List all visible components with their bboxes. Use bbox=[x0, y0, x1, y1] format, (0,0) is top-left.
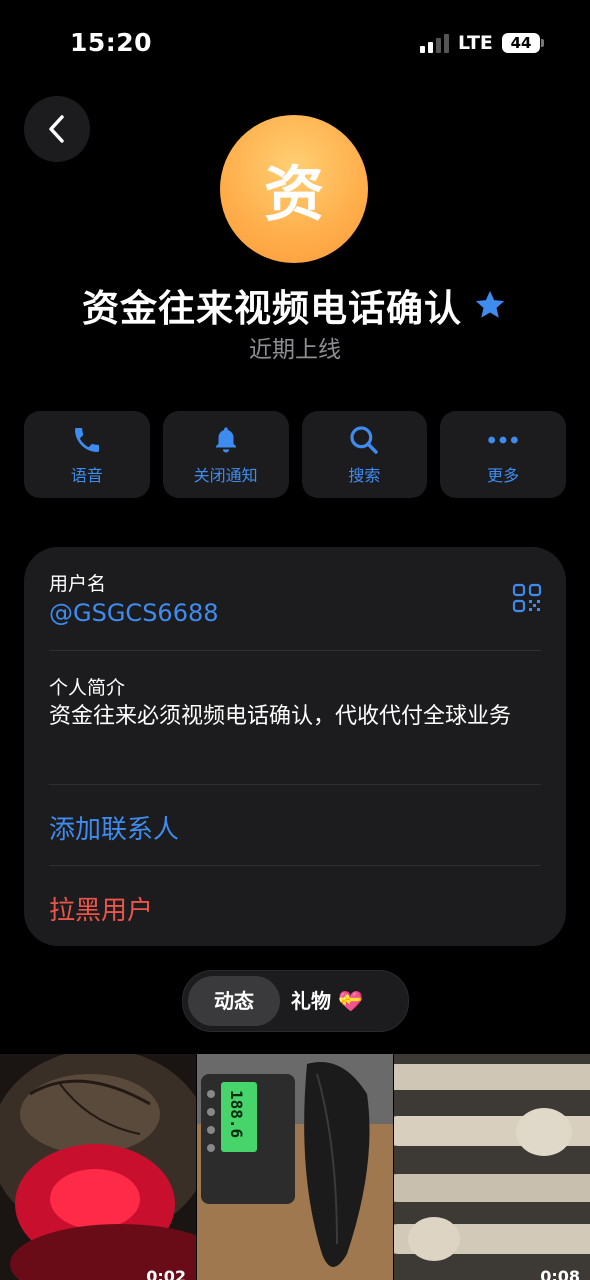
tab-gifts[interactable]: 礼物 💝 bbox=[291, 976, 363, 1026]
media-thumbnail[interactable]: 0:02 bbox=[0, 1054, 196, 1280]
media-image bbox=[394, 1054, 590, 1280]
profile-tabs: 动态 礼物 💝 bbox=[182, 970, 409, 1032]
search-button[interactable]: 搜索 bbox=[301, 411, 428, 498]
media-thumbnail[interactable]: 188.6 bbox=[197, 1054, 393, 1280]
back-button[interactable] bbox=[24, 96, 90, 162]
tab-posts[interactable]: 动态 bbox=[188, 976, 280, 1026]
network-label: LTE bbox=[458, 32, 493, 54]
phone-icon bbox=[74, 427, 99, 452]
profile-name-row: 资金往来视频电话确认 bbox=[0, 278, 590, 332]
star-icon bbox=[475, 290, 505, 318]
battery-icon: 44 bbox=[502, 33, 540, 53]
more-icon bbox=[488, 436, 518, 443]
avatar: 资 bbox=[220, 115, 368, 263]
battery-nub bbox=[541, 39, 544, 47]
info-card: 用户名 @GSGCS6688 个人简介 资金往来必须视频电话确认，代收代付全球业… bbox=[24, 547, 566, 946]
media-image: 188.6 bbox=[197, 1054, 393, 1280]
mute-button[interactable]: 关闭通知 bbox=[162, 411, 289, 498]
mute-label: 关闭通知 bbox=[193, 465, 258, 485]
search-label: 搜索 bbox=[348, 465, 381, 485]
bio-text: 资金往来必须视频电话确认，代收代付全球业务 bbox=[49, 704, 512, 729]
voice-call-label: 语音 bbox=[70, 465, 103, 485]
more-label: 更多 bbox=[487, 465, 520, 485]
divider bbox=[49, 650, 541, 651]
profile-name: 资金往来视频电话确认 bbox=[82, 287, 462, 330]
scale-reading: 188.6 bbox=[227, 1090, 246, 1138]
voice-call-button[interactable]: 语音 bbox=[24, 411, 150, 498]
media-thumbnail[interactable]: 0:08 bbox=[394, 1054, 590, 1280]
bio-label: 个人简介 bbox=[49, 677, 126, 699]
block-user-button[interactable]: 拉黑用户 bbox=[49, 890, 153, 927]
chevron-left-icon bbox=[49, 115, 64, 143]
divider bbox=[49, 865, 541, 866]
status-time: 15:20 bbox=[70, 28, 153, 57]
more-button[interactable]: 更多 bbox=[440, 411, 566, 498]
video-duration: 0:02 bbox=[146, 1267, 186, 1280]
username-label: 用户名 bbox=[49, 573, 107, 595]
signal-icon bbox=[420, 34, 449, 53]
add-contact-button[interactable]: 添加联系人 bbox=[49, 809, 179, 846]
video-duration: 0:08 bbox=[540, 1267, 580, 1280]
bell-icon bbox=[215, 427, 236, 452]
action-bar: 语音 关闭通知 搜索 更多 bbox=[24, 411, 566, 498]
qr-code-icon[interactable] bbox=[512, 583, 542, 613]
search-icon bbox=[350, 425, 379, 454]
media-image bbox=[0, 1054, 196, 1280]
last-seen-status: 近期上线 bbox=[249, 337, 341, 363]
username-value[interactable]: @GSGCS6688 bbox=[49, 599, 219, 627]
divider bbox=[49, 784, 541, 785]
